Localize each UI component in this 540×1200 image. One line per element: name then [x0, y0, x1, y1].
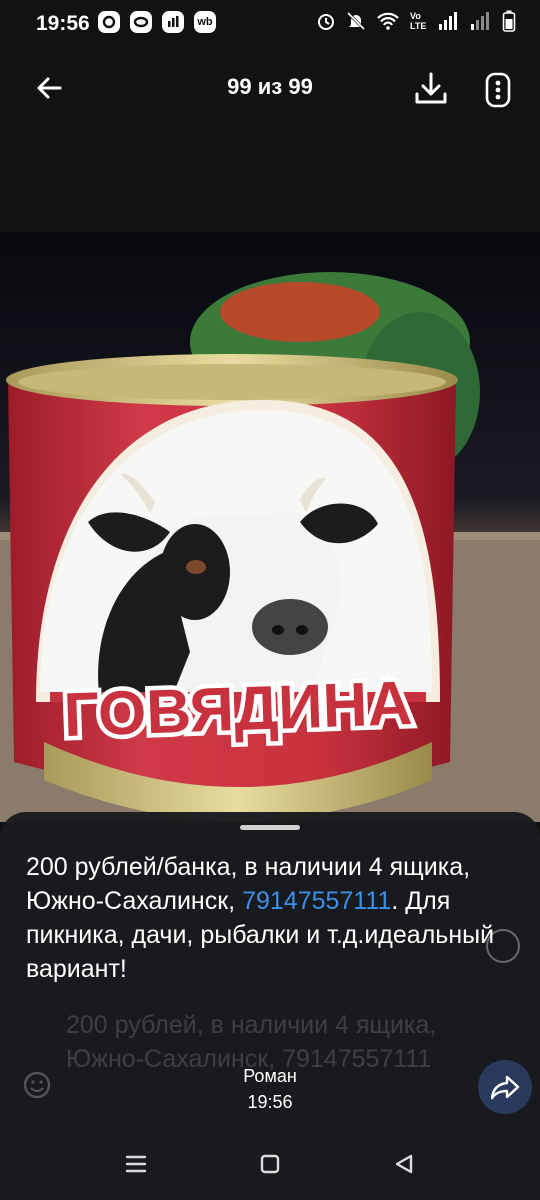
more-options-button[interactable]	[480, 70, 516, 110]
recent-apps-button[interactable]	[120, 1148, 152, 1180]
wb-app-icon: wb	[194, 11, 216, 33]
viewer-top-bar: 99 из 99	[0, 56, 540, 120]
canned-beef-photo: ГОВЯДИНА	[0, 232, 540, 822]
share-button[interactable]	[478, 1060, 532, 1114]
photo[interactable]: ГОВЯДИНА	[0, 232, 540, 822]
alarm-icon	[318, 14, 334, 30]
message-time: 19:56	[247, 1092, 293, 1112]
media-counter: 99 из 99	[227, 74, 313, 99]
menu-icon	[125, 1155, 147, 1173]
download-button[interactable]	[410, 68, 452, 110]
status-time: 19:56	[36, 12, 90, 35]
home-square-icon	[260, 1154, 280, 1174]
volte-badge: Vo LTE	[410, 11, 427, 31]
sheet-drag-handle[interactable]	[240, 825, 300, 830]
share-icon	[490, 1075, 520, 1100]
notification-icons: wb	[98, 11, 216, 33]
signal-icon-2	[471, 12, 489, 30]
system-back-button[interactable]	[388, 1148, 420, 1180]
sender-name: Роман	[243, 1066, 297, 1086]
system-status-icons: Vo LTE	[316, 10, 516, 32]
o-app-icon	[130, 11, 152, 33]
battery-icon	[502, 10, 516, 32]
home-button[interactable]	[254, 1148, 286, 1180]
can-label-text: ГОВЯДИНА	[63, 669, 414, 750]
more-vertical-icon	[485, 72, 511, 108]
system-nav-bar	[0, 1128, 540, 1200]
photo-caption: 200 рублей/банка, в наличии 4 ящика, Южн…	[26, 850, 512, 986]
back-triangle-icon	[395, 1154, 413, 1174]
messenger-icon	[98, 11, 120, 33]
bank-app-icon	[162, 11, 184, 33]
status-bar: 19:56 wb Vo LTE	[0, 0, 540, 48]
wifi-icon	[377, 12, 399, 30]
mute-icon	[346, 11, 366, 31]
download-icon	[415, 72, 447, 104]
signal-icon	[439, 12, 457, 30]
phone-link[interactable]: 79147557111	[242, 887, 391, 915]
